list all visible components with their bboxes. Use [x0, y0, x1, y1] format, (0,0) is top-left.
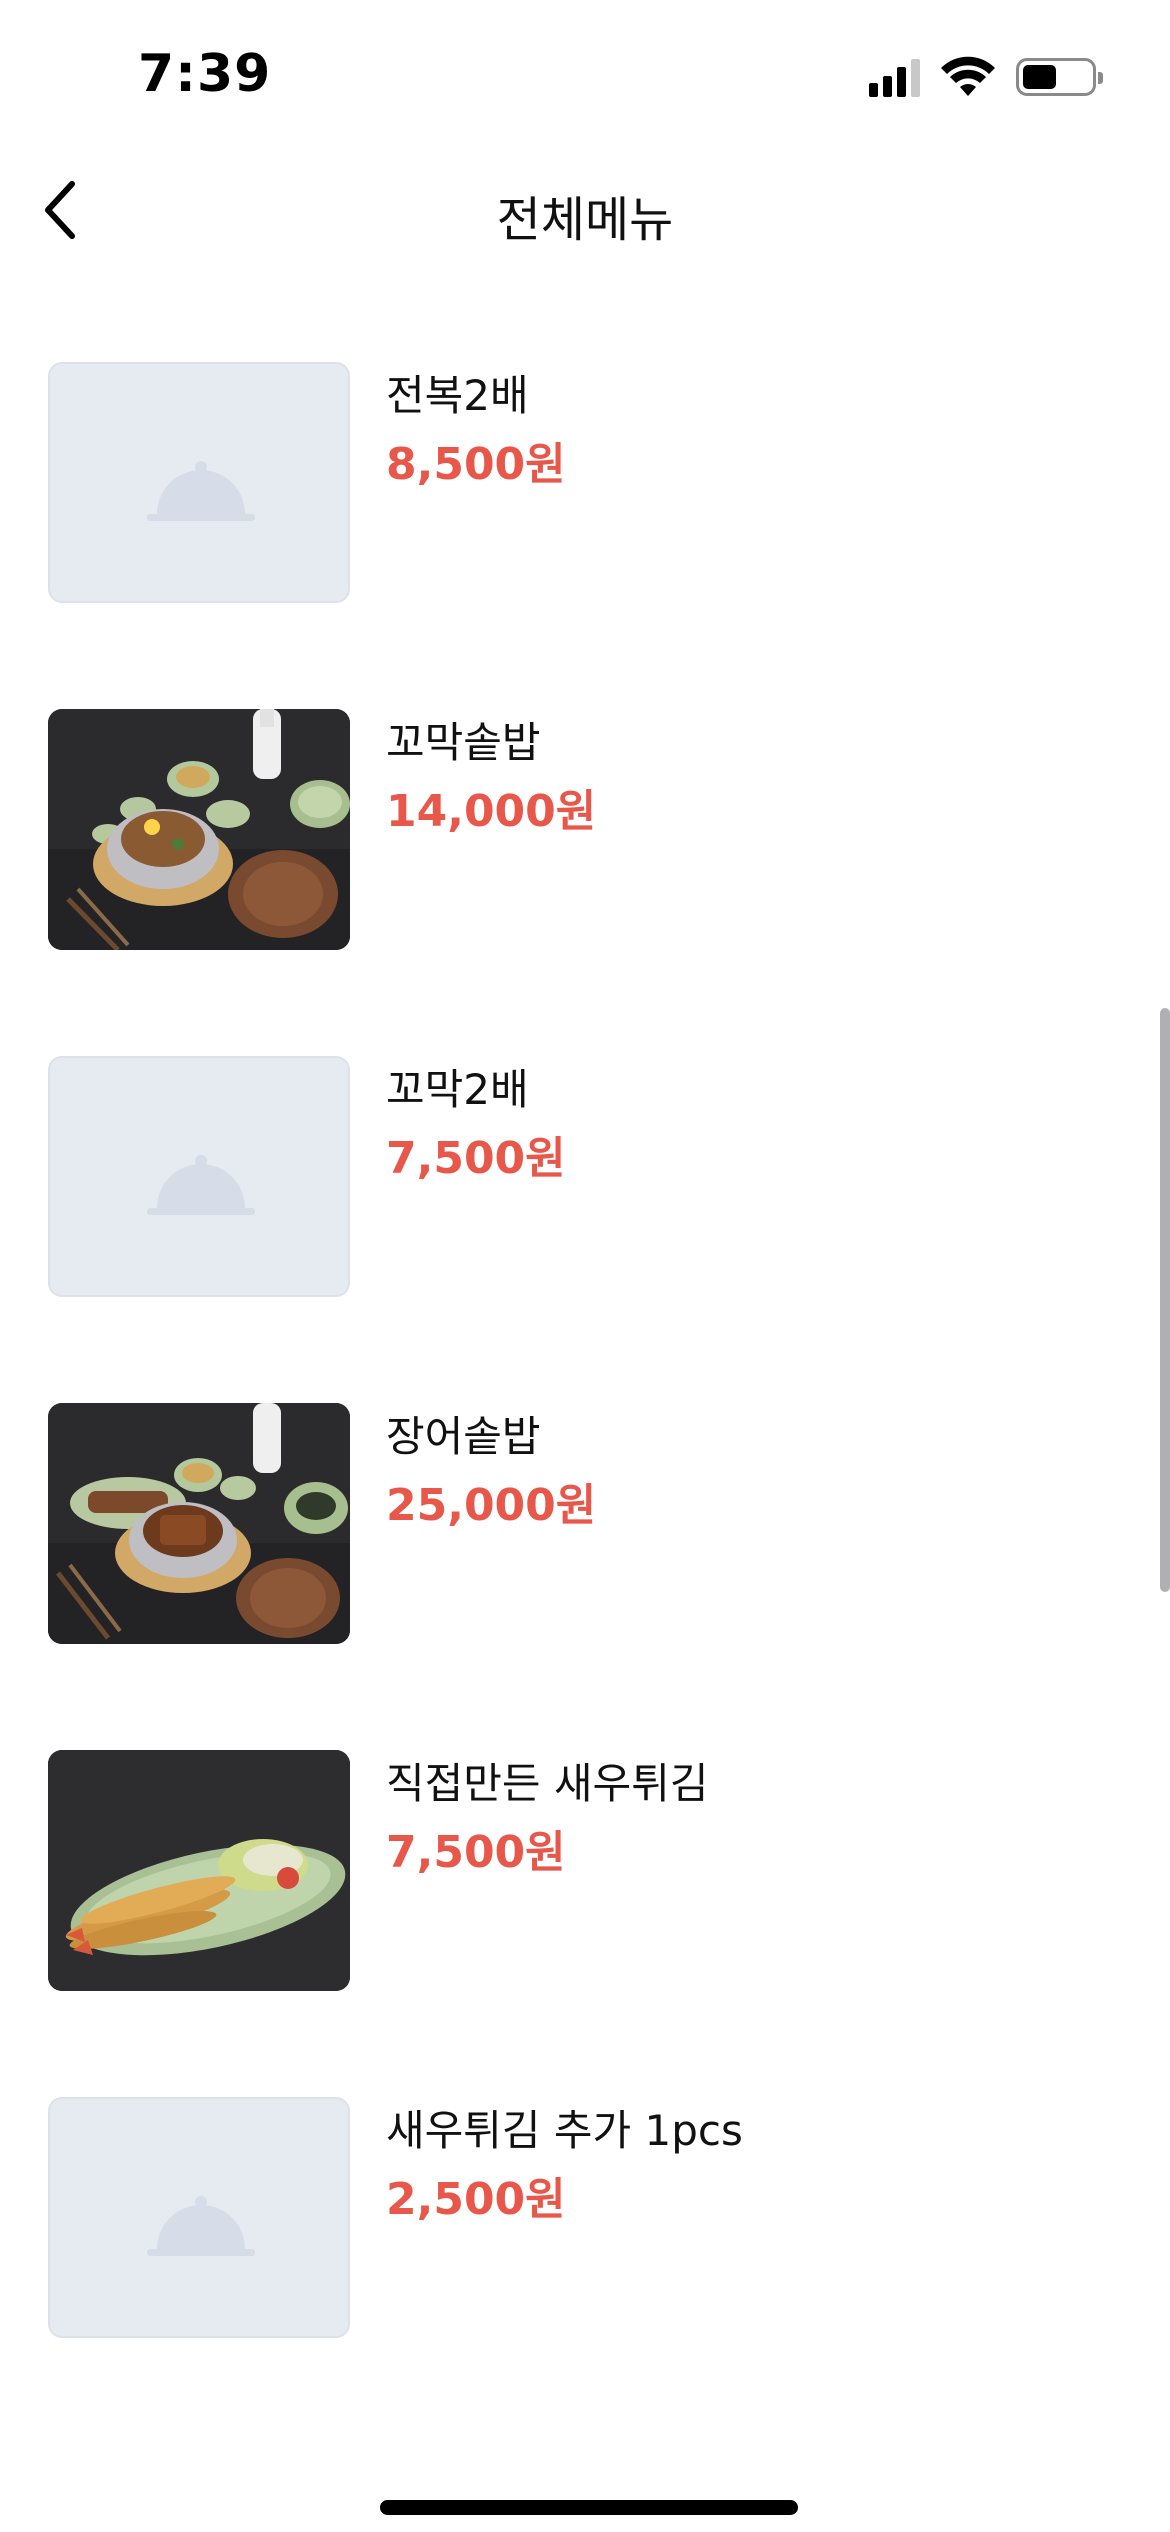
signal-icon [869, 57, 920, 97]
menu-item[interactable]: 전복2배 8,500원 [0, 362, 1170, 709]
nav-bar: 전체메뉴 [0, 150, 1170, 270]
menu-item[interactable]: 직접만든 새우튀김 7,500원 [0, 1750, 1170, 2097]
menu-item-price: 25,000원 [386, 1480, 597, 1531]
home-indicator[interactable] [380, 2500, 798, 2515]
menu-item-name: 꼬막2배 [386, 1065, 529, 1114]
menu-item-price: 14,000원 [386, 786, 597, 837]
menu-item[interactable]: 꼬막솥밥 14,000원 [0, 709, 1170, 1056]
menu-item-name: 꼬막솥밥 [386, 718, 541, 767]
menu-item[interactable]: 장어솥밥 25,000원 [0, 1403, 1170, 1750]
menu-list: 전복2배 8,500원 꼬막솥밥 14,000원 꼬막2배 7,500원 장어솥… [0, 362, 1170, 2444]
menu-item-image-placeholder [48, 1056, 350, 1297]
menu-item-price: 7,500원 [386, 1133, 566, 1184]
menu-item-name: 장어솥밥 [386, 1412, 541, 1461]
menu-item-image-placeholder [48, 2097, 350, 2338]
cloche-icon [147, 461, 255, 521]
status-bar: 7:39 [0, 0, 1170, 150]
food-photo-illustration [48, 709, 350, 950]
food-photo-illustration [48, 1750, 350, 1991]
menu-item-photo [48, 1750, 350, 1991]
menu-item-name: 전복2배 [386, 371, 529, 420]
menu-item[interactable]: 꼬막2배 7,500원 [0, 1056, 1170, 1403]
menu-item-photo [48, 1403, 350, 1644]
cloche-icon [147, 1155, 255, 1215]
status-time: 7:39 [138, 44, 272, 104]
menu-item-price: 7,500원 [386, 1827, 566, 1878]
cloche-icon [147, 2196, 255, 2256]
menu-item-name: 직접만든 새우튀김 [386, 1759, 709, 1808]
wifi-icon [941, 56, 995, 96]
status-icons [869, 56, 1103, 98]
battery-icon [1016, 58, 1103, 96]
menu-item-image-placeholder [48, 362, 350, 603]
menu-item-price: 8,500원 [386, 439, 566, 490]
menu-screen: 7:39 전체메뉴 전복2배 8,500원 꼬막솥밥 14,000원 꼬막2배 … [0, 0, 1170, 2532]
menu-item-photo [48, 709, 350, 950]
scrollbar[interactable] [1160, 1008, 1170, 1592]
food-photo-illustration [48, 1403, 350, 1644]
menu-item-price: 2,500원 [386, 2174, 566, 2225]
menu-item-name: 새우튀김 추가 1pcs [386, 2106, 743, 2155]
menu-item[interactable]: 새우튀김 추가 1pcs 2,500원 [0, 2097, 1170, 2444]
page-title: 전체메뉴 [496, 192, 674, 248]
